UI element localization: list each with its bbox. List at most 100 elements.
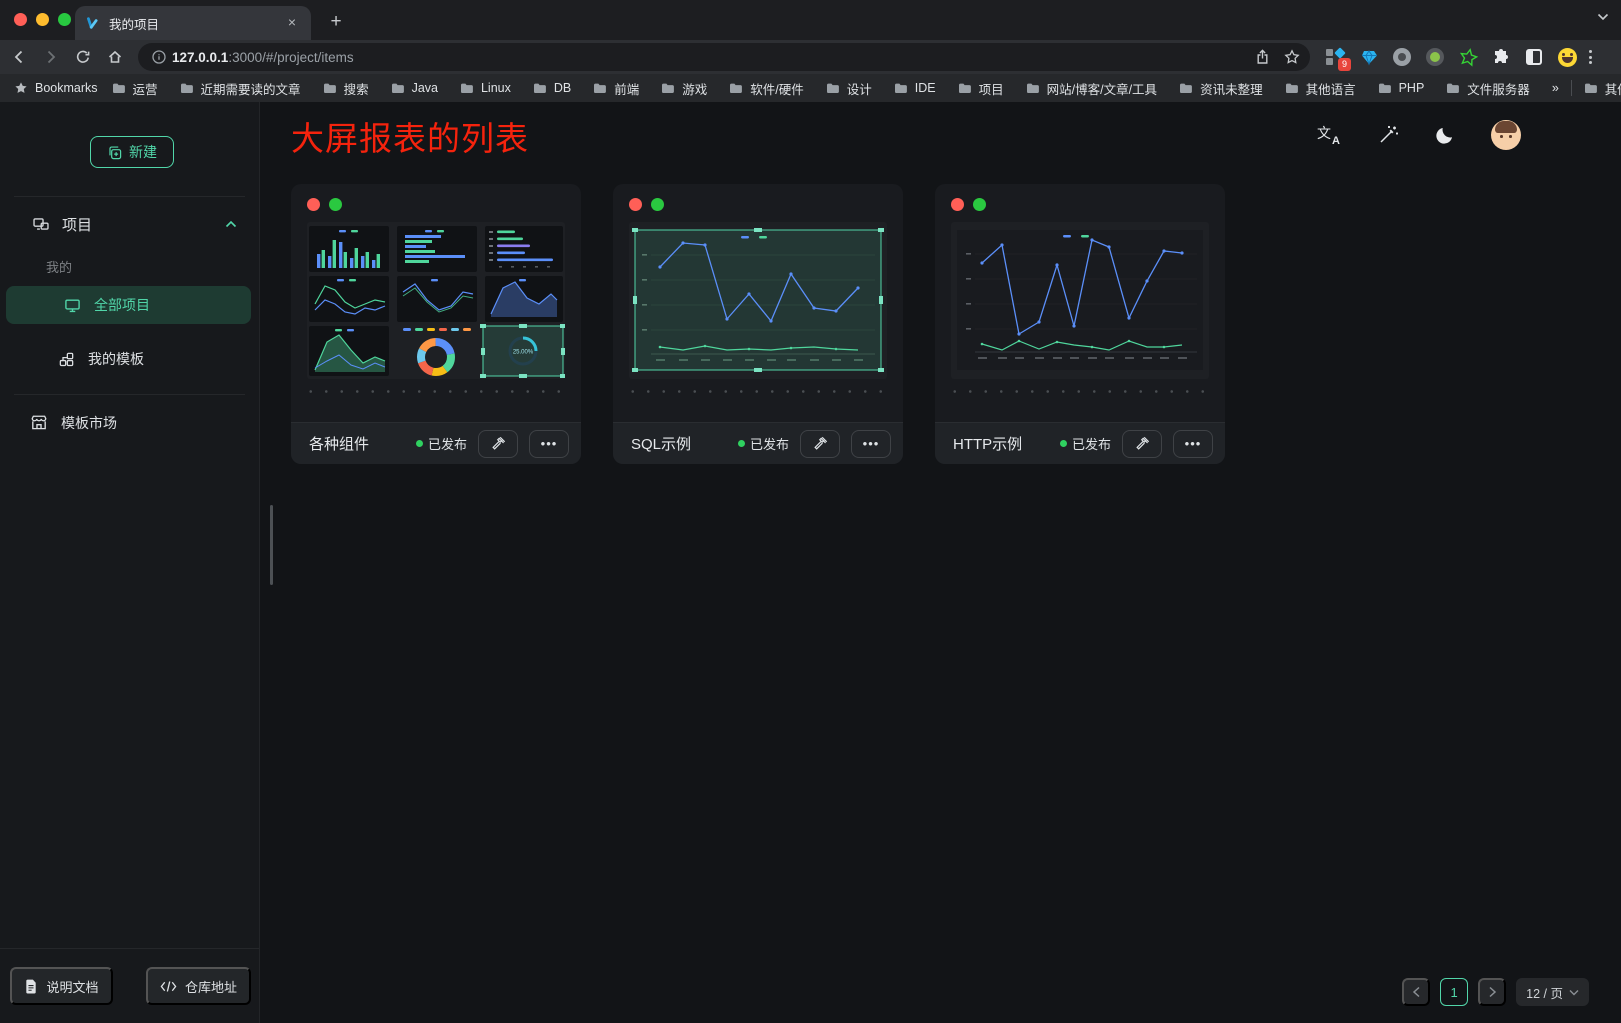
bookmarks-label: Bookmarks	[35, 81, 98, 95]
card-footer: SQL示例 已发布 •••	[613, 422, 903, 464]
bookmark-folder[interactable]: 软件/硬件	[729, 79, 803, 98]
extensions-puzzle-icon[interactable]	[1491, 47, 1511, 67]
extension-wheel-icon[interactable]	[1392, 47, 1412, 67]
bookmarks-overflow-chevron[interactable]: »	[1552, 81, 1559, 95]
docs-button[interactable]: 说明文档	[10, 967, 113, 1005]
site-info-icon[interactable]	[152, 50, 166, 64]
new-tab-button[interactable]: +	[322, 9, 350, 37]
card-green-dot	[973, 198, 986, 211]
forward-icon[interactable]	[38, 44, 64, 70]
macos-close-button[interactable]	[14, 13, 27, 26]
reload-icon[interactable]	[70, 44, 96, 70]
folder-icon	[391, 83, 405, 94]
dark-mode-moon-icon[interactable]	[1435, 125, 1455, 145]
language-icon[interactable]: 文A	[1317, 123, 1341, 147]
url-host: 127.0.0.1	[172, 50, 228, 65]
sidebar-item-template-market[interactable]: 模板市场	[0, 404, 259, 442]
bookmark-folder[interactable]: IDE	[894, 81, 936, 95]
next-page-button[interactable]	[1478, 978, 1506, 1006]
prev-page-button[interactable]	[1402, 978, 1430, 1006]
tab-close-icon[interactable]: ×	[283, 14, 301, 32]
current-page-button[interactable]: 1	[1440, 978, 1468, 1006]
more-actions-button[interactable]: •••	[1173, 430, 1213, 458]
card-red-dot	[629, 198, 642, 211]
sidebar-item-all-projects[interactable]: 全部项目	[6, 286, 251, 324]
folder-icon	[958, 83, 972, 94]
repo-button[interactable]: 仓库地址	[146, 967, 251, 1005]
site-favicon	[85, 16, 100, 31]
extension-grid-icon[interactable]: 9	[1326, 47, 1346, 67]
header-actions: 文A	[1317, 120, 1521, 150]
code-icon	[160, 980, 177, 993]
edit-project-button[interactable]	[478, 430, 518, 458]
profile-avatar-icon[interactable]	[1557, 47, 1577, 67]
sidebar-subgroup-my: 我的	[0, 252, 259, 280]
bookmark-folder[interactable]: 游戏	[661, 79, 707, 98]
project-card-preview[interactable]	[951, 222, 1209, 379]
bookmark-folder[interactable]: 搜索	[323, 79, 369, 98]
browser-menu-icon[interactable]	[1589, 50, 1592, 64]
sidebar-group-label: 项目	[62, 214, 92, 235]
bookmark-folder[interactable]: DB	[533, 81, 571, 95]
sidebar-group-projects[interactable]: 项目	[0, 206, 259, 242]
macos-zoom-button[interactable]	[58, 13, 71, 26]
bookmark-folder[interactable]: 前端	[593, 79, 639, 98]
hammer-icon	[813, 436, 828, 451]
side-panel-icon[interactable]	[1524, 47, 1544, 67]
edit-project-button[interactable]	[1122, 430, 1162, 458]
macos-minimize-button[interactable]	[36, 13, 49, 26]
bookmark-folder[interactable]: 设计	[826, 79, 872, 98]
status-badge: 已发布	[738, 434, 789, 453]
status-dot	[738, 440, 745, 447]
chevron-up-icon[interactable]	[225, 220, 237, 228]
bookmark-folder[interactable]: 运营	[112, 79, 158, 98]
browser-tab[interactable]: 我的项目 ×	[75, 6, 311, 40]
back-icon[interactable]	[6, 44, 32, 70]
more-actions-button[interactable]: •••	[851, 430, 891, 458]
extension-green-dot-icon[interactable]	[1425, 47, 1445, 67]
bookmark-star-icon[interactable]	[1284, 49, 1300, 65]
project-card-preview[interactable]	[629, 222, 887, 379]
ellipsis-icon: •••	[863, 439, 880, 449]
browser-toolbar: 127.0.0.1:3000/#/project/items 9	[0, 40, 1621, 74]
sidebar-item-my-templates[interactable]: 我的模板	[0, 340, 259, 378]
user-avatar[interactable]	[1491, 120, 1521, 150]
project-card-preview[interactable]: 25.00%	[307, 222, 565, 379]
edit-project-button[interactable]	[800, 430, 840, 458]
dashboard-thumbnail	[951, 222, 1209, 379]
extension-blue-gem-icon[interactable]	[1359, 47, 1379, 67]
bookmarks-manager[interactable]: Bookmarks	[14, 81, 98, 95]
new-project-button[interactable]: 新建	[90, 136, 174, 168]
page-size-select[interactable]: 12 / 页	[1516, 978, 1589, 1006]
dashboard-thumbnail	[629, 222, 887, 379]
bookmark-folder[interactable]: Linux	[460, 81, 511, 95]
project-name: HTTP示例	[953, 433, 1022, 454]
folder-icon	[593, 83, 607, 94]
tab-search-chevron-icon[interactable]	[1597, 13, 1609, 21]
more-actions-button[interactable]: •••	[529, 430, 569, 458]
address-bar[interactable]: 127.0.0.1:3000/#/project/items	[138, 43, 1310, 71]
card-green-dot	[651, 198, 664, 211]
share-icon[interactable]	[1255, 49, 1270, 65]
bookmark-folder[interactable]: 资讯未整理	[1179, 79, 1263, 98]
folder-icon	[894, 83, 908, 94]
bookmark-folder[interactable]: 近期需要读的文章	[180, 79, 301, 98]
extension-green-star-icon[interactable]	[1458, 47, 1478, 67]
other-bookmarks[interactable]: 其他书签	[1584, 79, 1621, 98]
scrollbar-thumb[interactable]	[270, 505, 273, 585]
bookmark-folder[interactable]: 其他语言	[1285, 79, 1356, 98]
bookmark-folder[interactable]: 网站/博客/文章/工具	[1026, 79, 1157, 98]
magic-wand-icon[interactable]	[1377, 124, 1399, 146]
status-dot	[1060, 440, 1067, 447]
sidebar-divider	[14, 394, 245, 395]
bookmark-folder[interactable]: Java	[391, 81, 438, 95]
home-icon[interactable]	[102, 44, 128, 70]
bookmark-folder[interactable]: PHP	[1378, 81, 1425, 95]
sidebar-item-label: 我的模板	[88, 349, 144, 369]
bookmarks-divider	[1571, 80, 1572, 96]
bookmark-folder[interactable]: 项目	[958, 79, 1004, 98]
star-icon	[14, 81, 28, 95]
bookmark-folder[interactable]: 文件服务器	[1446, 79, 1530, 98]
ellipsis-icon: •••	[541, 439, 558, 449]
bookmark-folders: 运营 近期需要读的文章 搜索 Java Linux DB 前端 游戏 软件/硬件	[98, 79, 1530, 98]
